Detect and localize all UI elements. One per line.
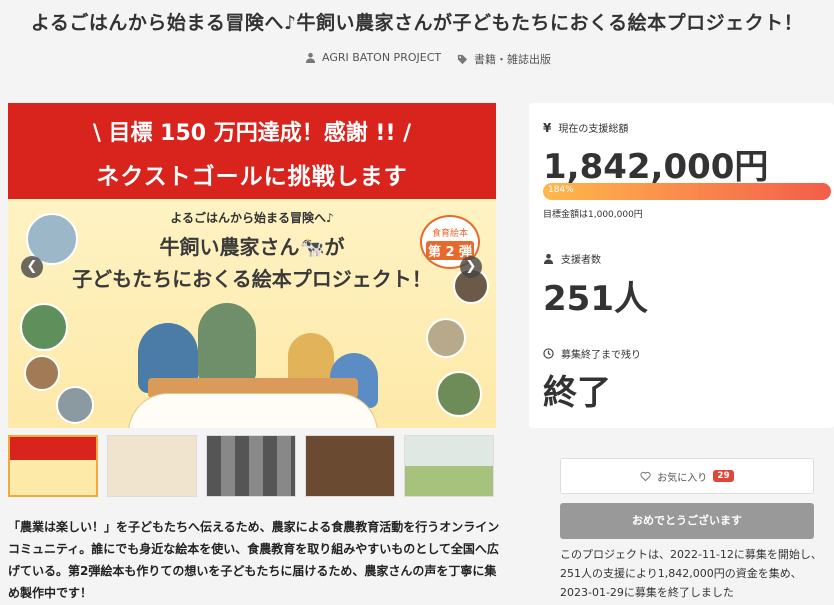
backers-label: 支援者数 [561,255,601,266]
total-label-row: ¥ 現在の支援総額 [543,120,629,136]
illustration-book [128,393,378,428]
photo-circle [426,318,466,358]
backers-count: 251人 [543,279,648,319]
backers-label-row: 支援者数 [543,251,601,266]
remaining-label-row: 募集終了まで残り [543,346,641,361]
favorite-label: お気に入り [657,472,708,484]
goal-amount: 目標金額は1,000,000円 [543,210,643,220]
favorite-button[interactable]: お気に入り 29 [560,458,814,494]
photo-circle [20,303,68,351]
photo-circle [436,371,482,417]
progress-percent: 184% [548,185,574,195]
illustration-person [198,303,256,383]
heart-icon [640,471,651,481]
project-summary: このプロジェクトは、2022-11-12に募集を開始し、251人の支援により1,… [560,548,822,599]
tag-icon [457,54,468,64]
category-link[interactable]: 書籍・雑誌出版 [457,51,551,67]
thumbnail-2[interactable] [107,435,197,497]
owner-link[interactable]: AGRI BATON PROJECT [305,51,441,64]
remaining-label: 募集終了まで残り [561,350,641,361]
total-amount: 1,842,000円 [543,147,769,187]
prev-image-button[interactable]: ❮ [21,256,43,278]
congrats-button[interactable]: おめでとうございます [560,503,814,539]
thumbnail-3[interactable] [206,435,296,497]
owner-name: AGRI BATON PROJECT [322,51,442,64]
hero-title-line-2: 子どもたちにおくる絵本プロジェクト！ [72,267,432,291]
user-icon [543,253,554,264]
project-description: 「農業は楽しい！」を子どもたちへ伝えるため、農家による食農教育活動を行うオンライ… [8,520,500,600]
badge-top: 食育絵本 [431,229,468,239]
favorite-count: 29 [713,470,734,482]
banner-line-2: ネクストゴールに挑戦します [96,164,408,190]
hero-subtitle: よるごはんから始まる冒険へ♪ [170,211,334,225]
project-title: よるごはんから始まる冒険へ♪牛飼い農家さんが子どもたちにおくる絵本プロジェクト！ [30,12,804,34]
photo-circle [24,355,60,391]
total-label: 現在の支援総額 [558,124,629,135]
remaining-value: 終了 [543,373,611,413]
thumbnail-5[interactable] [404,435,494,497]
thumbnail-4[interactable] [305,435,395,497]
category-name: 書籍・雑誌出版 [474,53,551,66]
photo-circle [56,386,94,424]
yen-icon: ¥ [543,120,552,135]
user-icon [305,52,316,63]
thumbnail-strip [8,435,496,497]
next-image-button[interactable]: ❯ [460,256,482,278]
clock-icon [543,348,554,359]
banner-line-1: \ 目標 150 万円達成！感謝 !! / [92,121,412,146]
main-image[interactable]: \ 目標 150 万円達成！感謝 !! / ネクストゴールに挑戦します よるごは… [8,103,496,428]
stats-card: ¥ 現在の支援総額 1,842,000円 184% 目標金額は1,000,000… [529,103,834,428]
thumbnail-1[interactable] [8,435,98,497]
progress-bar: 184% [543,183,831,200]
